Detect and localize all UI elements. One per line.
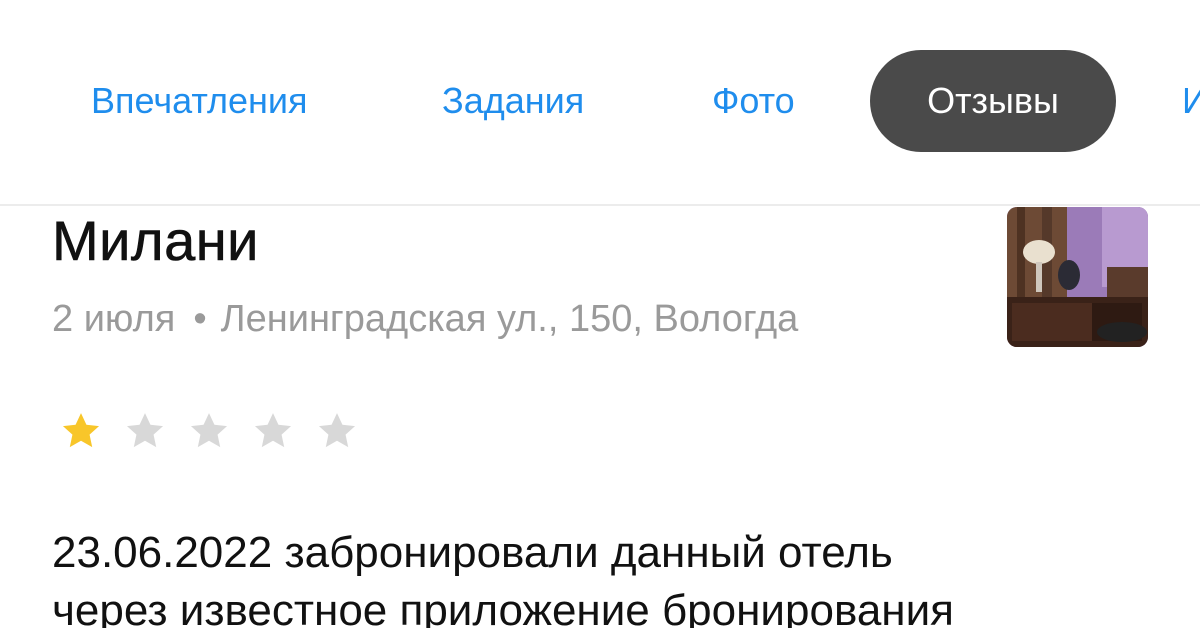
meta-separator: • [193,298,207,340]
review-text-line: 23.06.2022 забронировали данный отель [52,528,893,577]
review-text: 23.06.2022 забронировали данный отель че… [52,524,1162,628]
review-author-name[interactable]: Милани [52,206,259,276]
star-empty-icon [190,413,228,448]
tab-reviews[interactable]: Отзывы [870,50,1116,152]
review-date: 2 июля [52,298,176,340]
review-address[interactable]: Ленинградская ул., 150, Вологда [221,298,799,340]
hotel-room-photo [1007,207,1148,347]
review-text-line: через известное приложение бронирования [52,586,954,628]
star-empty-icon [126,413,164,448]
review-photo-thumbnail[interactable] [1007,207,1148,347]
star-filled-icon [62,413,100,448]
review-page: Впечатления Задания Фото Отзывы И Милани… [0,0,1200,628]
star-empty-icon [318,413,356,448]
star-empty-icon [254,413,292,448]
rating-stars [60,410,358,458]
tab-bar: Впечатления Задания Фото Отзывы И [0,0,1200,206]
review-meta: 2 июля • Ленинградская ул., 150, Вологда [52,294,798,344]
tab-photo[interactable]: Фото [712,50,795,152]
tab-next-partial[interactable]: И [1182,50,1200,152]
tab-impressions[interactable]: Впечатления [91,50,308,152]
tab-tasks[interactable]: Задания [442,50,584,152]
